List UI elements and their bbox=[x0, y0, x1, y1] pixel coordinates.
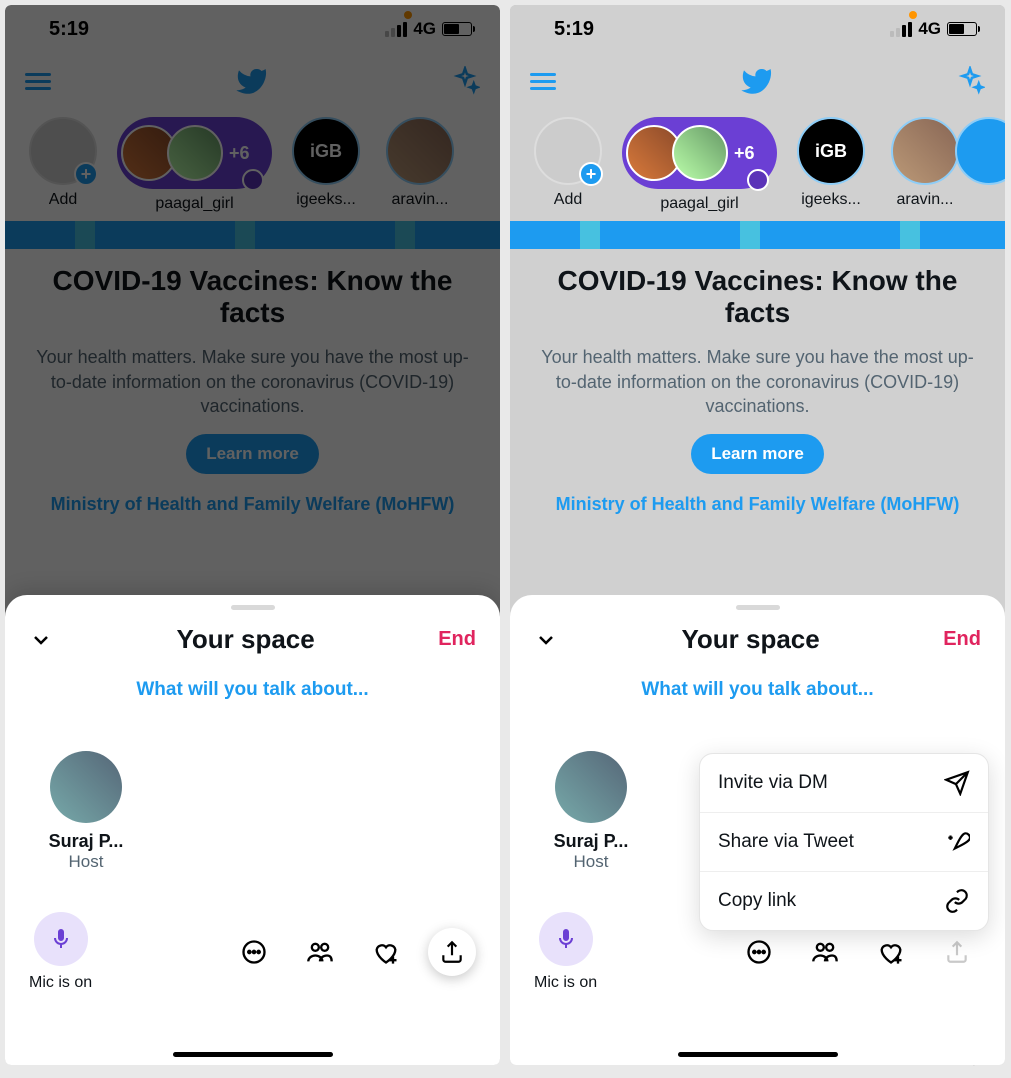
grabber[interactable] bbox=[231, 605, 275, 610]
topic-prompt[interactable]: What will you talk about... bbox=[510, 679, 1005, 701]
plus-icon: + bbox=[74, 162, 98, 186]
chevron-down-icon[interactable] bbox=[534, 628, 558, 652]
share-via-tweet[interactable]: Share via Tweet bbox=[700, 812, 988, 871]
mic-label: Mic is on bbox=[29, 974, 92, 992]
recording-dot bbox=[909, 11, 917, 19]
top-nav bbox=[5, 53, 500, 109]
screenshot-left: 5:19 4G + Add +6 paagal_girl bbox=[5, 5, 500, 1065]
mic-button[interactable] bbox=[539, 912, 593, 966]
avatar bbox=[555, 751, 627, 823]
grabber[interactable] bbox=[736, 605, 780, 610]
fleet-space[interactable]: +6 paagal_girl bbox=[622, 117, 777, 213]
avatar: + bbox=[29, 117, 97, 185]
avatar: iGB bbox=[292, 117, 360, 185]
mohfw-link[interactable]: Ministry of Health and Family Welfare (M… bbox=[532, 494, 983, 515]
space-sheet: Your space End What will you talk about.… bbox=[510, 595, 1005, 1065]
promo-band bbox=[5, 221, 500, 249]
avatar bbox=[891, 117, 959, 185]
mic-button[interactable] bbox=[34, 912, 88, 966]
fleet-add[interactable]: + Add bbox=[528, 117, 608, 213]
covid-body: Your health matters. Make sure you have … bbox=[27, 345, 478, 418]
fleet-add[interactable]: + Add bbox=[23, 117, 103, 213]
people-icon[interactable] bbox=[296, 928, 344, 976]
signal-icon bbox=[890, 22, 912, 37]
fleet-aravin[interactable]: aravin... bbox=[380, 117, 460, 213]
battery-icon bbox=[947, 22, 977, 36]
status-bar: 5:19 4G bbox=[510, 5, 1005, 53]
link-icon bbox=[944, 888, 970, 914]
people-icon[interactable] bbox=[801, 928, 849, 976]
fleet-igb[interactable]: iGB igeeks... bbox=[286, 117, 366, 213]
end-button[interactable]: End bbox=[438, 628, 476, 651]
sparkle-icon[interactable] bbox=[450, 66, 480, 96]
share-icon[interactable] bbox=[428, 928, 476, 976]
mohfw-link[interactable]: Ministry of Health and Family Welfare (M… bbox=[27, 494, 478, 515]
heart-plus-icon[interactable] bbox=[867, 928, 915, 976]
space-indicator-icon bbox=[747, 169, 769, 191]
menu-icon[interactable] bbox=[25, 69, 51, 94]
learn-more-button[interactable]: Learn more bbox=[691, 434, 824, 474]
covid-title: COVID-19 Vaccines: Know the facts bbox=[27, 265, 478, 329]
fleet-extra[interactable] bbox=[979, 117, 999, 213]
fleets-row: + Add +6 paagal_girl iGB igeeks... aravi… bbox=[510, 109, 1005, 221]
covid-card: COVID-19 Vaccines: Know the facts Your h… bbox=[5, 249, 500, 533]
space-title: Your space bbox=[681, 624, 819, 655]
space-indicator-icon bbox=[242, 169, 264, 191]
space-pill: +6 bbox=[117, 117, 272, 189]
network-label: 4G bbox=[413, 19, 436, 39]
twitter-logo bbox=[235, 65, 267, 97]
sparkle-icon[interactable] bbox=[955, 66, 985, 96]
more-icon[interactable] bbox=[230, 928, 278, 976]
avatar: iGB bbox=[797, 117, 865, 185]
space-sheet: Your space End What will you talk about.… bbox=[5, 595, 500, 1065]
share-icon[interactable] bbox=[933, 928, 981, 976]
compose-icon bbox=[944, 829, 970, 855]
covid-card: COVID-19 Vaccines: Know the facts Your h… bbox=[510, 249, 1005, 533]
network-label: 4G bbox=[918, 19, 941, 39]
battery-icon bbox=[442, 22, 472, 36]
top-nav bbox=[510, 53, 1005, 109]
plus-icon: + bbox=[579, 162, 603, 186]
home-indicator[interactable] bbox=[173, 1052, 333, 1057]
fleets-row: + Add +6 paagal_girl iGB igeeks... aravi… bbox=[5, 109, 500, 221]
recording-dot bbox=[404, 11, 412, 19]
covid-body: Your health matters. Make sure you have … bbox=[532, 345, 983, 418]
host-participant[interactable]: Suraj P... Host bbox=[536, 751, 646, 872]
share-popover: Invite via DM Share via Tweet Copy link bbox=[699, 753, 989, 931]
twitter-logo bbox=[740, 65, 772, 97]
signal-icon bbox=[385, 22, 407, 37]
learn-more-button[interactable]: Learn more bbox=[186, 434, 319, 474]
avatar bbox=[50, 751, 122, 823]
clock: 5:19 bbox=[554, 18, 594, 41]
home-indicator[interactable] bbox=[678, 1052, 838, 1057]
space-title: Your space bbox=[176, 624, 314, 655]
fleet-aravin[interactable]: aravin... bbox=[885, 117, 965, 213]
heart-plus-icon[interactable] bbox=[362, 928, 410, 976]
space-pill: +6 bbox=[622, 117, 777, 189]
screenshot-right: 5:19 4G + Add +6 paagal_girl bbox=[510, 5, 1005, 1065]
menu-icon[interactable] bbox=[530, 69, 556, 94]
chevron-down-icon[interactable] bbox=[29, 628, 53, 652]
status-bar: 5:19 4G bbox=[5, 5, 500, 53]
fleet-space[interactable]: +6 paagal_girl bbox=[117, 117, 272, 213]
more-icon[interactable] bbox=[735, 928, 783, 976]
promo-band bbox=[510, 221, 1005, 249]
avatar bbox=[386, 117, 454, 185]
mic-label: Mic is on bbox=[534, 974, 597, 992]
topic-prompt[interactable]: What will you talk about... bbox=[5, 679, 500, 701]
send-icon bbox=[944, 770, 970, 796]
end-button[interactable]: End bbox=[943, 628, 981, 651]
avatar: + bbox=[534, 117, 602, 185]
covid-title: COVID-19 Vaccines: Know the facts bbox=[532, 265, 983, 329]
clock: 5:19 bbox=[49, 18, 89, 41]
share-copy-link[interactable]: Copy link bbox=[700, 871, 988, 930]
host-participant[interactable]: Suraj P... Host bbox=[31, 751, 141, 872]
share-invite-dm[interactable]: Invite via DM bbox=[700, 754, 988, 812]
fleet-igb[interactable]: iGB igeeks... bbox=[791, 117, 871, 213]
